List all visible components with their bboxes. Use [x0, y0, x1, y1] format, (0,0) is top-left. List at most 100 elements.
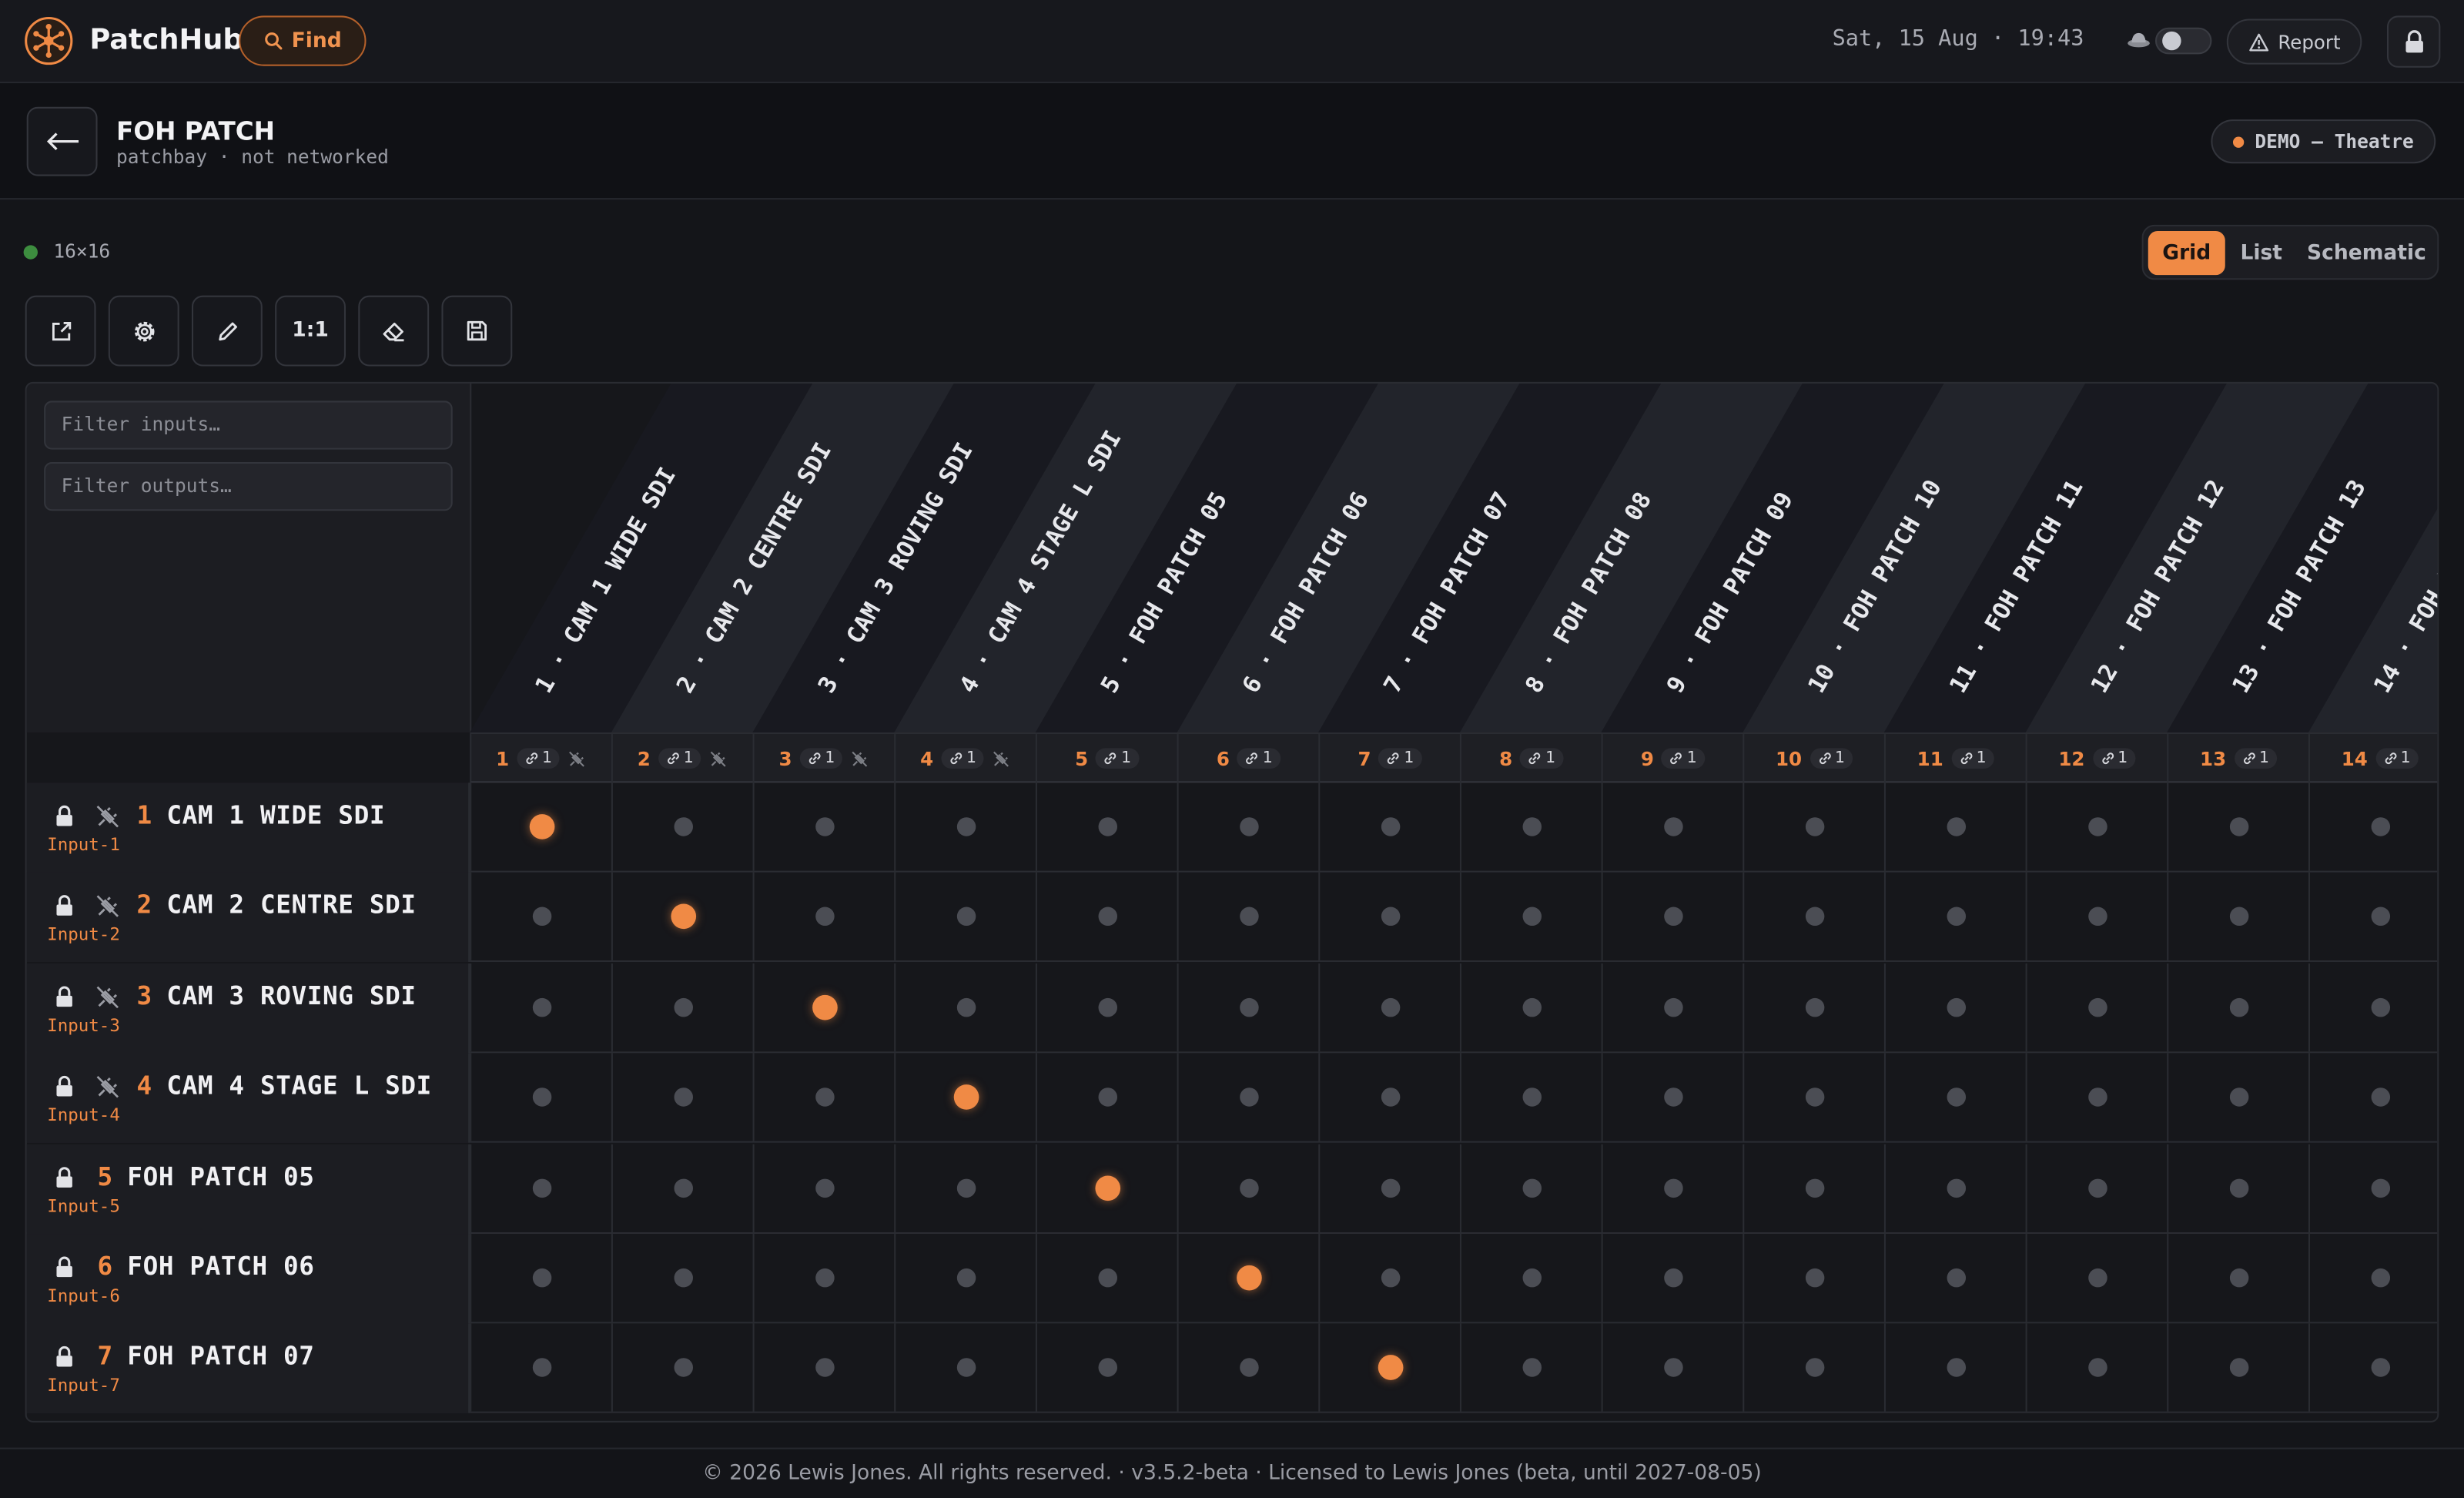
input-row-header[interactable]: 5 FOH PATCH 05 Input-5: [26, 1143, 470, 1234]
input-row-header[interactable]: 4 CAM 4 STAGE L SDI Input-4: [26, 1053, 470, 1144]
input-row-header[interactable]: 6 FOH PATCH 06 Input-6: [26, 1234, 470, 1324]
crosspoint-cell[interactable]: [1601, 1053, 1743, 1142]
demo-badge[interactable]: DEMO — Theatre: [2211, 119, 2436, 164]
crosspoint-cell[interactable]: [2025, 963, 2168, 1051]
crosspoint-cell[interactable]: [2025, 1234, 2168, 1322]
crosspoint-cell[interactable]: [470, 1143, 611, 1232]
view-grid-button[interactable]: Grid: [2148, 230, 2225, 276]
crosspoint-cell[interactable]: [1459, 1143, 1602, 1232]
crosspoint-cell[interactable]: [1035, 873, 1177, 961]
output-number-cell[interactable]: 12 1: [2025, 734, 2168, 783]
crosspoint-cell[interactable]: [1459, 1053, 1602, 1142]
output-number-cell[interactable]: 41: [894, 734, 1036, 783]
crosspoint-cell[interactable]: [1318, 783, 1460, 871]
output-number-cell[interactable]: 91: [1601, 734, 1743, 783]
input-row-header[interactable]: 2 CAM 2 CENTRE SDI Input-2: [26, 873, 470, 963]
output-number-cell[interactable]: 71: [1318, 734, 1460, 783]
crosspoint-cell[interactable]: [2308, 963, 2437, 1051]
crosspoint-cell[interactable]: [1318, 1234, 1460, 1322]
crosspoint-cell[interactable]: [1601, 1234, 1743, 1322]
report-button[interactable]: Report: [2226, 18, 2362, 65]
crosspoint-cell[interactable]: [2025, 1143, 2168, 1232]
crosspoint-cell[interactable]: [1743, 1143, 1884, 1232]
output-number-cell[interactable]: 13 1: [2167, 734, 2308, 783]
crosspoint-cell[interactable]: [1743, 1053, 1884, 1142]
crosspoint-cell[interactable]: [752, 1053, 895, 1142]
crosspoint-cell[interactable]: [894, 873, 1036, 961]
crosspoint-cell[interactable]: [752, 1143, 895, 1232]
output-number-cell[interactable]: 61: [1177, 734, 1319, 783]
crosspoint-cell[interactable]: [1177, 1053, 1319, 1142]
crosspoint-cell[interactable]: [1177, 783, 1319, 871]
crosspoint-cell[interactable]: [2167, 873, 2308, 961]
crosspoint-cell[interactable]: [1883, 873, 2026, 961]
crosspoint-cell[interactable]: [2025, 873, 2168, 961]
crosspoint-cell[interactable]: [2167, 783, 2308, 871]
crosspoint-cell[interactable]: [1883, 963, 2026, 1051]
input-row-header[interactable]: 1 CAM 1 WIDE SDI Input-1: [26, 783, 470, 873]
crosspoint-cell[interactable]: [1883, 1234, 2026, 1322]
zoom-reset-button[interactable]: 1:1: [275, 295, 346, 367]
crosspoint-cell[interactable]: [2167, 1143, 2308, 1232]
crosspoint-cell[interactable]: [1601, 783, 1743, 871]
crosspoint-cell[interactable]: [1601, 1143, 1743, 1232]
crosspoint-cell[interactable]: [611, 873, 753, 961]
output-number-cell[interactable]: 51: [1035, 734, 1177, 783]
crosspoint-cell[interactable]: [1035, 1324, 1177, 1413]
crosspoint-cell[interactable]: [1318, 873, 1460, 961]
edit-button[interactable]: [191, 295, 263, 367]
crosspoint-cell[interactable]: [1743, 1234, 1884, 1322]
crosspoint-cell[interactable]: [1318, 1324, 1460, 1413]
crosspoint-cell[interactable]: [2308, 1053, 2437, 1142]
crosspoint-cell[interactable]: [1883, 1053, 2026, 1142]
crosspoint-cell[interactable]: [2025, 1324, 2168, 1413]
crosspoint-cell[interactable]: [2167, 1234, 2308, 1322]
crosspoint-cell[interactable]: [1318, 1143, 1460, 1232]
crosspoint-cell[interactable]: [1883, 783, 2026, 871]
output-number-cell[interactable]: 11: [470, 734, 611, 783]
crosspoint-cell[interactable]: [2308, 1324, 2437, 1413]
crosspoint-cell[interactable]: [2167, 963, 2308, 1051]
view-list-button[interactable]: List: [2230, 231, 2293, 275]
theme-toggle[interactable]: [2126, 25, 2212, 57]
open-external-button[interactable]: [25, 295, 96, 367]
crosspoint-cell[interactable]: [611, 1143, 753, 1232]
crosspoint-cell[interactable]: [752, 783, 895, 871]
crosspoint-cell[interactable]: [1883, 1143, 2026, 1232]
crosspoint-cell[interactable]: [1177, 1143, 1319, 1232]
crosspoint-cell[interactable]: [611, 1234, 753, 1322]
crosspoint-cell[interactable]: [894, 1234, 1036, 1322]
crosspoint-cell[interactable]: [1883, 1324, 2026, 1413]
clear-button[interactable]: [358, 295, 430, 367]
input-row-header[interactable]: 7 FOH PATCH 07 Input-7: [26, 1324, 470, 1414]
back-button[interactable]: [26, 106, 98, 176]
crosspoint-cell[interactable]: [2308, 1234, 2437, 1322]
crosspoint-cell[interactable]: [1459, 783, 1602, 871]
crosspoint-cell[interactable]: [611, 1324, 753, 1413]
crosspoint-cell[interactable]: [752, 963, 895, 1051]
crosspoint-cell[interactable]: [752, 873, 895, 961]
filter-outputs-field[interactable]: Filter outputs…: [44, 461, 453, 511]
crosspoint-cell[interactable]: [894, 1324, 1036, 1413]
crosspoint-cell[interactable]: [1601, 1324, 1743, 1413]
crosspoint-cell[interactable]: [1743, 873, 1884, 961]
crosspoint-cell[interactable]: [470, 1053, 611, 1142]
crosspoint-cell[interactable]: [2308, 783, 2437, 871]
crosspoint-cell[interactable]: [2167, 1324, 2308, 1413]
crosspoint-cell[interactable]: [1177, 1324, 1319, 1413]
crosspoint-cell[interactable]: [470, 963, 611, 1051]
output-number-cell[interactable]: 14 1: [2308, 734, 2437, 783]
crosspoint-cell[interactable]: [752, 1234, 895, 1322]
crosspoint-cell[interactable]: [470, 783, 611, 871]
crosspoint-cell[interactable]: [2025, 1053, 2168, 1142]
crosspoint-cell[interactable]: [611, 963, 753, 1051]
view-schematic-button[interactable]: Schematic: [2301, 231, 2432, 275]
output-number-cell[interactable]: 10 1: [1743, 734, 1884, 783]
crosspoint-cell[interactable]: [1601, 873, 1743, 961]
crosspoint-cell[interactable]: [894, 1143, 1036, 1232]
crosspoint-cell[interactable]: [1035, 1143, 1177, 1232]
lock-button[interactable]: [2386, 15, 2441, 68]
crosspoint-cell[interactable]: [2167, 1053, 2308, 1142]
find-button[interactable]: Find: [239, 15, 367, 66]
crosspoint-cell[interactable]: [1459, 1324, 1602, 1413]
